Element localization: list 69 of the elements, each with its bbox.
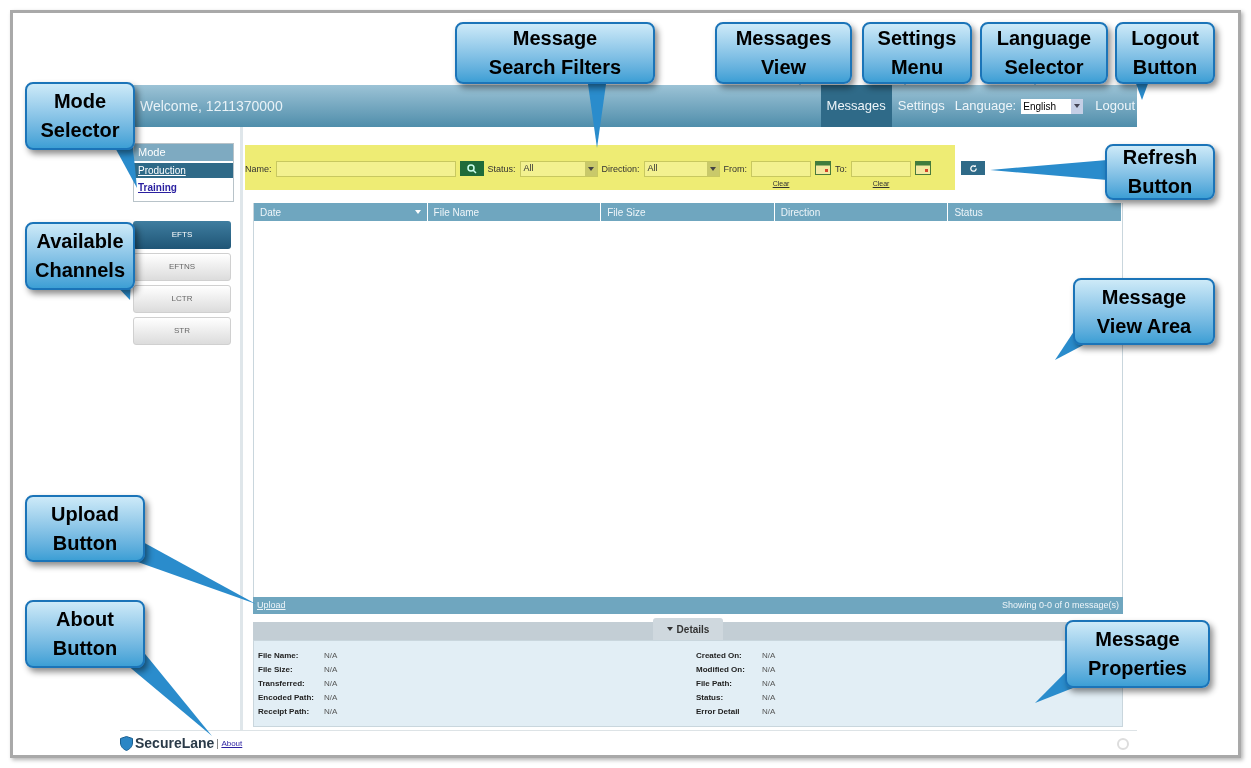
callout: Logout Button bbox=[1115, 22, 1215, 84]
property-label: Transferred: bbox=[258, 678, 306, 690]
status-select[interactable]: All bbox=[519, 161, 598, 177]
callout: Language Selector bbox=[980, 22, 1108, 84]
property-value: N/A bbox=[762, 664, 776, 676]
property-label: Created On: bbox=[696, 650, 743, 662]
property-value: N/A bbox=[324, 706, 338, 718]
property-label: File Path: bbox=[696, 678, 733, 690]
language-select[interactable]: English bbox=[1021, 98, 1084, 114]
channel-button[interactable]: LCTR bbox=[133, 285, 231, 313]
callout: Upload Button bbox=[25, 495, 145, 562]
logo-text: SecureLane bbox=[135, 734, 215, 753]
property-label: Status: bbox=[696, 692, 725, 704]
from-date-field[interactable] bbox=[751, 161, 812, 177]
caret-icon bbox=[709, 167, 716, 171]
mode-option[interactable]: Training bbox=[134, 180, 233, 195]
details-tab[interactable]: Details bbox=[652, 618, 724, 640]
caret-icon bbox=[666, 627, 673, 631]
property-label: Error Detail bbox=[696, 706, 741, 718]
channel-button[interactable]: EFTS bbox=[133, 221, 231, 249]
search-button[interactable] bbox=[459, 161, 484, 176]
property-label: Modified On: bbox=[696, 664, 746, 676]
shield-icon bbox=[120, 736, 133, 751]
calendar-icon[interactable] bbox=[915, 161, 932, 175]
property-value: N/A bbox=[762, 692, 776, 704]
refresh-button[interactable] bbox=[961, 161, 985, 175]
mode-title: Mode bbox=[134, 144, 233, 161]
refresh-icon bbox=[968, 163, 978, 173]
channel-button[interactable]: EFTNS bbox=[133, 253, 231, 281]
callout: Message Search Filters bbox=[455, 22, 655, 84]
loading-icon bbox=[1117, 737, 1129, 750]
property-value: N/A bbox=[762, 678, 776, 690]
calendar-icon[interactable] bbox=[815, 161, 832, 175]
name-field[interactable] bbox=[275, 161, 456, 177]
property-value: N/A bbox=[762, 706, 776, 718]
property-value: N/A bbox=[762, 650, 776, 662]
status-label: Status: bbox=[487, 163, 516, 176]
callout: Settings Menu bbox=[862, 22, 972, 84]
mode-option[interactable]: Production bbox=[134, 163, 233, 178]
property-value: N/A bbox=[324, 692, 338, 704]
callout: Message Properties bbox=[1065, 620, 1210, 688]
property-label: File Size: bbox=[258, 664, 294, 676]
property-label: Encoded Path: bbox=[258, 692, 315, 704]
property-label: Receipt Path: bbox=[258, 706, 311, 718]
callout: Mode Selector bbox=[25, 82, 135, 150]
to-date-field[interactable] bbox=[851, 161, 912, 177]
property-value: N/A bbox=[324, 678, 338, 690]
callout: Refresh Button bbox=[1105, 144, 1215, 200]
welcome-text: Welcome, 1211370000 bbox=[140, 96, 283, 116]
callout: About Button bbox=[25, 600, 145, 668]
callout: Messages View bbox=[715, 22, 852, 84]
callout: Available Channels bbox=[25, 222, 135, 290]
to-label: To: bbox=[835, 163, 848, 176]
callout: Message View Area bbox=[1073, 278, 1215, 345]
name-label: Name: bbox=[245, 163, 272, 176]
property-value: N/A bbox=[324, 664, 338, 676]
caret-icon bbox=[1074, 104, 1081, 108]
channel-button[interactable]: STR bbox=[133, 317, 231, 345]
direction-select[interactable]: All bbox=[643, 161, 720, 177]
about-link[interactable]: About bbox=[221, 737, 243, 750]
from-label: From: bbox=[723, 163, 748, 176]
message-count: Showing 0-0 of 0 message(s) bbox=[1001, 598, 1119, 612]
property-label: File Name: bbox=[258, 650, 300, 662]
language-label: Language: bbox=[954, 97, 1017, 116]
nav-tab[interactable]: Messages bbox=[820, 85, 892, 127]
search-icon bbox=[466, 163, 477, 174]
property-value: N/A bbox=[324, 650, 338, 662]
direction-label: Direction: bbox=[601, 163, 640, 176]
caret-icon bbox=[587, 167, 594, 171]
